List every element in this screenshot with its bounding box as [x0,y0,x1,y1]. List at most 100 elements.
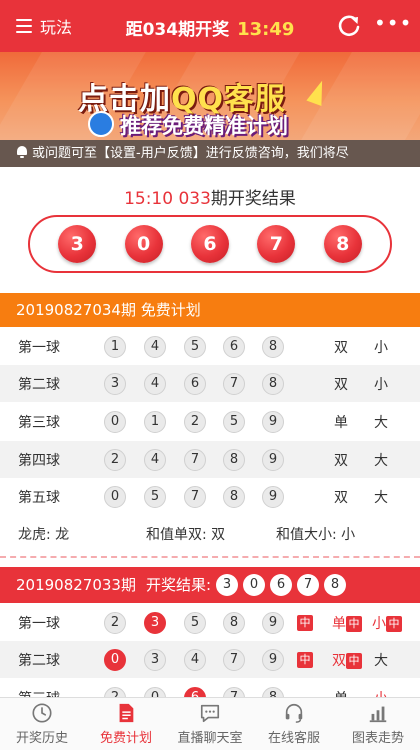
draw-issue: 033 [178,189,211,209]
tab-trend-charts[interactable]: 图表走势 [336,698,420,750]
plan-ball: 8 [223,612,245,634]
parity-tag: 单中 [332,613,362,633]
top-bar: 玩法 距034期开奖 13:49 ••• [0,0,420,52]
draw-result-balls: 3 0 6 7 8 [28,215,392,273]
past-result-ball: 7 [297,574,320,596]
plan-ball-hit: 0 [104,649,126,671]
banner-subline: 推荐免费精准计划 [120,114,288,138]
size-tag: 小中 [372,613,402,633]
plan-ball: 9 [262,612,284,634]
tab-live-chat[interactable]: 直播聊天室 [168,698,252,750]
tap-hand-icon [88,111,114,137]
hit-badge: 中 [386,615,402,632]
plan-ball: 4 [144,373,166,395]
result-ball: 0 [124,225,163,263]
hit-badge: 中 [346,615,362,632]
plan-ball: 9 [262,486,284,508]
plan-ball: 5 [184,336,206,358]
plan-ball: 4 [144,449,166,471]
ball-position-label: 第二球 [18,376,60,393]
dragon-tiger-value: 龙虎: 龙 [18,527,70,543]
result-ball: 3 [58,225,97,263]
plan-ball: 5 [223,411,245,433]
tab-label: 在线客服 [267,731,320,746]
past-result-ball: 8 [324,574,347,596]
plan-ball: 7 [223,649,245,671]
plan-ball: 2 [104,449,126,471]
plan-ball: 3 [144,649,166,671]
plan-summary: 龙虎: 龙 和值单双: 双 和值大小: 小 [0,516,420,554]
past-result-header: 20190827033期 开奖结果: 3 0 6 7 8 [0,567,420,603]
plan-ball: 4 [184,649,206,671]
banner-stripe [286,52,420,140]
draw-title-suffix: 期开奖结果 [210,189,296,209]
plan-ball: 9 [262,449,284,471]
plan-ball: 1 [104,336,126,358]
size-tag: 大 [374,652,388,669]
plan-ball: 9 [262,411,284,433]
parity-tag: 双中 [332,650,362,670]
tab-online-support[interactable]: 在线客服 [252,698,336,750]
parity-tag: 双 [334,376,348,393]
plan-ball: 8 [223,449,245,471]
draw-result-title: 15:10 033期开奖结果 [0,184,420,209]
result-ball: 7 [257,225,296,263]
section-divider [0,556,420,560]
bottom-tab-bar: 开奖历史 免费计划 直播聊天室 在线客服 图表走势 [0,697,420,750]
refresh-icon[interactable] [337,14,361,38]
hit-badge: 中 [297,652,313,668]
tab-free-plan[interactable]: 免费计划 [84,698,168,750]
bell-icon [16,146,28,158]
plan-ball: 4 [144,336,166,358]
past-result-ball: 3 [216,574,239,596]
plan-ball: 7 [184,449,206,471]
ball-position-label: 第四球 [18,452,60,469]
ball-position-label: 第一球 [18,339,60,356]
plan-ball: 5 [184,612,206,634]
plan-ball: 2 [104,612,126,634]
parity-tag: 双 [334,489,348,506]
size-tag: 大 [374,489,388,506]
result-ball: 8 [323,225,362,263]
next-draw-label: 距034期开奖 [125,20,230,40]
headset-icon [285,703,303,723]
draw-time: 15:10 [124,189,174,209]
tab-label: 直播聊天室 [177,731,243,746]
hit-badge: 中 [346,652,362,669]
plan-ball: 8 [262,373,284,395]
clock-icon [32,703,52,723]
ball-position-label: 第五球 [18,489,60,506]
size-tag: 大 [374,452,388,469]
ball-position-label: 第三球 [18,414,60,431]
tab-label: 开奖历史 [15,731,68,746]
chat-bubble-icon [200,704,220,723]
plan-ball: 9 [262,649,284,671]
plan-ball-hit: 3 [144,612,166,634]
notice-marquee: 或问题可至【设置-用户反馈】进行反馈咨询，我们将尽 [0,140,420,167]
plan-ball: 5 [144,486,166,508]
past-issue-number: 20190827033期 [16,576,136,594]
plan-ball: 0 [104,411,126,433]
document-icon [119,703,134,723]
size-tag: 大 [374,414,388,431]
plan-ball: 7 [184,486,206,508]
notice-text: 或问题可至【设置-用户反馈】进行反馈咨询，我们将尽 [32,146,349,161]
plan-ball: 6 [223,336,245,358]
promo-banner[interactable]: 点击加QQ客服 推荐免费精准计划 [0,52,420,140]
size-tag: 小 [374,339,388,356]
tab-label: 图表走势 [351,731,404,746]
plan-row: 第四球 2 4 7 8 9 双 大 [0,441,420,478]
parity-text: 单 [332,615,346,632]
plan-ball: 3 [104,373,126,395]
ball-position-label: 第一球 [18,615,60,632]
free-plan-header: 20190827034期 免费计划 [0,293,420,327]
tab-draw-history[interactable]: 开奖历史 [0,698,84,750]
app-root: 玩法 距034期开奖 13:49 ••• 点击加QQ客服 推荐免费精准计划 或问题… [0,0,420,750]
bar-chart-icon [369,706,387,723]
more-options-icon[interactable]: ••• [374,13,411,38]
plan-row: 第五球 0 5 7 8 9 双 大 [0,478,420,515]
parity-tag: 双 [334,452,348,469]
plan-ball: 2 [184,411,206,433]
ball-position-label: 第二球 [18,652,60,669]
plan-row: 第三球 0 1 2 5 9 单 大 [0,403,420,440]
